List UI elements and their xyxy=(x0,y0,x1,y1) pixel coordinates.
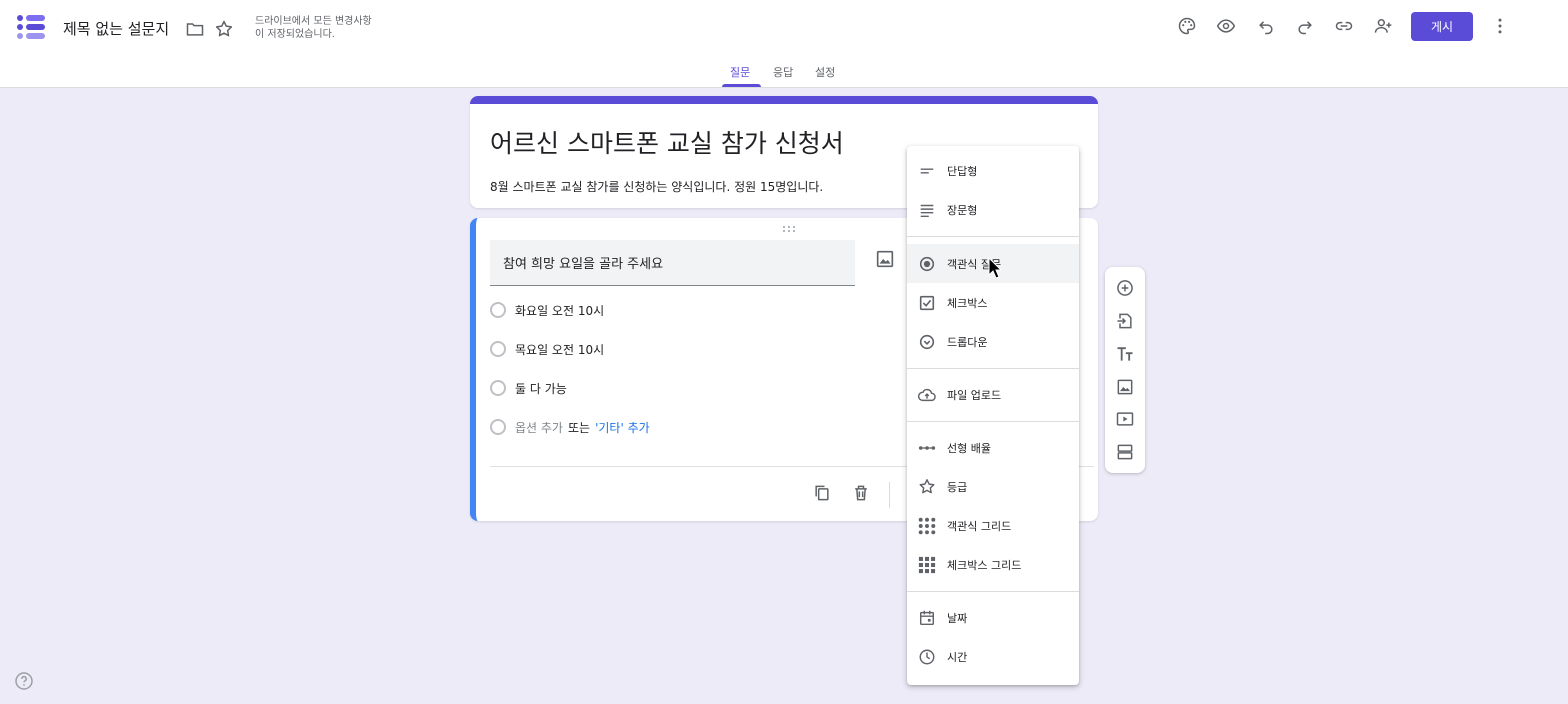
save-status-line-1: 드라이브에서 모든 변경사항 xyxy=(255,16,372,27)
active-tab-indicator xyxy=(722,84,761,87)
menu-separator xyxy=(907,368,1079,369)
preview-eye-icon[interactable] xyxy=(1214,14,1238,38)
or-text: 또는 xyxy=(567,420,591,435)
menu-item-label: 시간 xyxy=(947,650,968,664)
menu-item-linear-scale[interactable]: 선형 배율 xyxy=(907,428,1079,467)
star-icon[interactable] xyxy=(212,17,236,41)
tab-settings[interactable]: 설정 xyxy=(815,64,835,80)
menu-item-label: 객관식 그리드 xyxy=(947,519,1012,533)
delete-icon[interactable] xyxy=(850,482,872,504)
menu-item-checkbox[interactable]: 체크박스 xyxy=(907,283,1079,322)
menu-item-multiple-choice-grid[interactable]: 객관식 그리드 xyxy=(907,506,1079,545)
publish-button[interactable]: 게시 xyxy=(1411,12,1473,41)
menu-item-dropdown[interactable]: 드롭다운 xyxy=(907,322,1079,361)
add-video-icon[interactable] xyxy=(1114,408,1136,430)
calendar-icon xyxy=(917,608,937,628)
save-status: 드라이브에서 모든 변경사항 이 저장되었습니다. xyxy=(255,15,405,41)
checkbox-icon xyxy=(917,293,937,313)
menu-item-label: 단답형 xyxy=(947,164,978,178)
add-image-icon[interactable] xyxy=(874,248,896,270)
footer-separator xyxy=(889,482,890,508)
menu-separator xyxy=(907,591,1079,592)
menu-item-paragraph[interactable]: 장문형 xyxy=(907,190,1079,229)
option-item[interactable]: 둘 다 가능 xyxy=(490,377,567,399)
option-label[interactable]: 둘 다 가능 xyxy=(515,380,567,397)
folder-icon[interactable] xyxy=(183,17,207,41)
form-title[interactable]: 어르신 스마트폰 교실 참가 신청서 xyxy=(490,124,844,160)
tab-bar: 질문 응답 설정 xyxy=(0,58,1568,88)
add-image-icon[interactable] xyxy=(1114,376,1136,398)
menu-separator xyxy=(907,236,1079,237)
menu-item-rating[interactable]: 등급 xyxy=(907,467,1079,506)
duplicate-icon[interactable] xyxy=(811,482,833,504)
paragraph-icon xyxy=(917,200,937,220)
clock-icon xyxy=(917,647,937,667)
drag-handle-icon[interactable] xyxy=(782,225,796,233)
star-icon xyxy=(917,477,937,497)
menu-item-time[interactable]: 시간 xyxy=(907,637,1079,676)
tab-questions[interactable]: 질문 xyxy=(730,64,750,80)
menu-item-checkbox-grid[interactable]: 체크박스 그리드 xyxy=(907,545,1079,584)
save-status-line-2: 이 저장되었습니다. xyxy=(255,29,335,40)
radio-icon xyxy=(490,419,506,435)
menu-item-label: 날짜 xyxy=(947,611,968,625)
menu-item-label: 체크박스 그리드 xyxy=(947,558,1022,572)
add-collaborator-icon[interactable] xyxy=(1371,14,1395,38)
menu-item-label: 등급 xyxy=(947,480,968,494)
doc-title[interactable]: 제목 없는 설문지 xyxy=(63,18,169,39)
option-label[interactable]: 목요일 오전 10시 xyxy=(515,341,604,358)
menu-item-label: 체크박스 xyxy=(947,296,988,310)
question-type-menu: 단답형 장문형 객관식 질문 체크박스 드롭다운 파일 업로드 선형 배율 등급… xyxy=(907,146,1079,685)
menu-item-short-answer[interactable]: 단답형 xyxy=(907,151,1079,190)
add-option-link[interactable]: 옵션 추가 xyxy=(515,419,563,436)
dropdown-icon xyxy=(917,332,937,352)
undo-icon[interactable] xyxy=(1254,14,1278,38)
mouse-cursor-icon xyxy=(988,257,1002,279)
form-description[interactable]: 8월 스마트폰 교실 참가를 신청하는 양식입니다. 정원 15명입니다. xyxy=(490,178,823,195)
add-other-link[interactable]: '기타' 추가 xyxy=(595,419,650,436)
add-section-icon[interactable] xyxy=(1114,441,1136,463)
import-questions-icon[interactable] xyxy=(1114,310,1136,332)
radio-icon xyxy=(490,341,506,357)
checkbox-grid-icon xyxy=(917,555,937,575)
short-answer-icon xyxy=(917,161,937,181)
menu-item-label: 파일 업로드 xyxy=(947,388,1002,402)
option-item[interactable]: 화요일 오전 10시 xyxy=(490,299,604,321)
radio-icon xyxy=(917,254,937,274)
link-icon[interactable] xyxy=(1332,14,1356,38)
redo-icon[interactable] xyxy=(1293,14,1317,38)
radio-grid-icon xyxy=(917,516,937,536)
linear-scale-icon xyxy=(917,438,937,458)
add-title-icon[interactable] xyxy=(1114,343,1136,365)
option-label[interactable]: 화요일 오전 10시 xyxy=(515,302,604,319)
radio-icon xyxy=(490,302,506,318)
more-options-icon[interactable] xyxy=(1488,14,1512,38)
radio-icon xyxy=(490,380,506,396)
menu-item-label: 드롭다운 xyxy=(947,335,988,349)
option-item[interactable]: 목요일 오전 10시 xyxy=(490,338,604,360)
add-option-row: 옵션 추가 또는 '기타' 추가 xyxy=(490,416,650,438)
palette-icon[interactable] xyxy=(1175,14,1199,38)
menu-separator xyxy=(907,421,1079,422)
menu-item-label: 장문형 xyxy=(947,203,978,217)
question-title-input[interactable]: 참여 희망 요일을 골라 주세요 xyxy=(490,240,855,286)
upload-icon xyxy=(917,385,937,405)
menu-item-file-upload[interactable]: 파일 업로드 xyxy=(907,375,1079,414)
side-toolbar xyxy=(1105,267,1145,473)
help-icon[interactable] xyxy=(14,671,34,691)
tab-responses[interactable]: 응답 xyxy=(773,64,793,80)
menu-item-date[interactable]: 날짜 xyxy=(907,598,1079,637)
menu-item-label: 선형 배율 xyxy=(947,441,991,455)
top-bar: 제목 없는 설문지 드라이브에서 모든 변경사항 이 저장되었습니다. 게시 질… xyxy=(0,0,1568,88)
forms-logo[interactable] xyxy=(17,13,45,41)
add-question-icon[interactable] xyxy=(1114,277,1136,299)
